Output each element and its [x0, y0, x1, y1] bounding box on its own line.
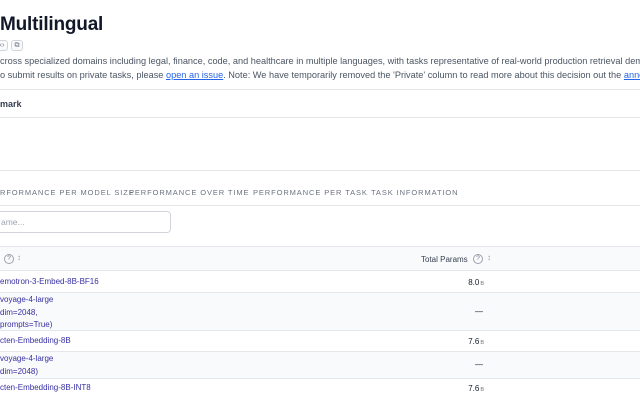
sort-icon[interactable]: ↕: [487, 253, 491, 262]
params-unit: B: [480, 340, 484, 346]
model-search-input[interactable]: [0, 211, 171, 233]
copy-icon[interactable]: ⧉: [11, 40, 23, 51]
model-name-link[interactable]: emotron-3-Embed-8B-BF16: [0, 276, 99, 289]
leaderboard-page: Multilingual ‹› ⧉ cross specialized doma…: [0, 0, 640, 400]
sort-icon[interactable]: ↕: [17, 253, 21, 262]
model-name-line: cten-Embedding-8B-INT8: [0, 383, 91, 392]
model-name-line: cten-Embedding-8B: [0, 336, 71, 345]
model-name-line: dim=2048): [0, 366, 39, 376]
table-row: voyage-4-large dim=2048, prompts=True) —: [0, 293, 640, 331]
table-row: cten-Embedding-8B 7.6B: [0, 331, 640, 352]
params-value: —: [475, 360, 483, 369]
model-name-line: dim=2048,: [0, 307, 38, 317]
tab-performance-per-task[interactable]: PERFORMANCE PER TASK: [253, 188, 368, 197]
column-header-total-params[interactable]: Total Params: [421, 255, 468, 264]
code-icon[interactable]: ‹›: [0, 40, 8, 51]
params-unit: B: [480, 387, 484, 393]
total-params-cell: —: [475, 307, 484, 316]
model-name-link[interactable]: voyage-4-large dim=2048, prompts=True): [0, 294, 53, 332]
open-issue-link[interactable]: open an issue: [166, 70, 223, 80]
table-header: ? ↕ Total Params ? ↕: [0, 246, 640, 271]
model-name-link[interactable]: cten-Embedding-8B: [0, 335, 71, 348]
params-unit: B: [480, 281, 484, 287]
model-name-line: voyage-4-large: [0, 354, 54, 363]
table-row: emotron-3-Embed-8B-BF16 8.0B: [0, 271, 640, 293]
help-icon[interactable]: ?: [4, 254, 14, 264]
params-value: —: [475, 307, 483, 316]
tab-performance-per-model-size[interactable]: RFORMANCE PER MODEL SIZE: [0, 188, 135, 197]
total-params-cell: 7.6B: [468, 384, 484, 393]
total-params-cell: —: [475, 360, 484, 369]
total-params-cell: 8.0B: [468, 278, 484, 287]
params-value: 7.6: [468, 384, 480, 393]
divider: [0, 117, 640, 118]
divider: [0, 89, 640, 90]
description-text: o submit results on private tasks, pleas…: [0, 69, 166, 80]
tab-performance-over-time[interactable]: PERFORMANCE OVER TIME: [129, 188, 249, 197]
announcement-link[interactable]: announcement: [624, 70, 640, 80]
table-row: voyage-4-large dim=2048) —: [0, 352, 640, 379]
tab-task-information[interactable]: TASK INFORMATION: [371, 188, 458, 197]
description-line-1: cross specialized domains including lega…: [0, 56, 640, 66]
description-text: . Note: We have temporarily removed the …: [223, 69, 624, 80]
model-name-line: prompts=True): [0, 320, 53, 329]
total-params-cell: 7.6B: [468, 337, 484, 346]
divider: [0, 170, 640, 171]
benchmark-section-label: mark: [0, 99, 22, 109]
page-title: Multilingual: [0, 14, 104, 35]
params-value: 7.6: [468, 337, 480, 346]
model-name-link[interactable]: cten-Embedding-8B-INT8: [0, 382, 91, 395]
benchmark-description: cross specialized domains including lega…: [0, 55, 640, 82]
tabs-divider: [0, 205, 640, 206]
model-name-link[interactable]: voyage-4-large dim=2048): [0, 353, 53, 378]
model-name-line: voyage-4-large: [0, 295, 54, 304]
description-line-2: o submit results on private tasks, pleas…: [0, 69, 640, 83]
params-value: 8.0: [468, 278, 480, 287]
table-row: cten-Embedding-8B-INT8 7.6B: [0, 379, 640, 400]
help-icon[interactable]: ?: [473, 254, 483, 264]
title-actions: ‹› ⧉: [0, 40, 23, 51]
model-name-line: emotron-3-Embed-8B-BF16: [0, 277, 99, 286]
